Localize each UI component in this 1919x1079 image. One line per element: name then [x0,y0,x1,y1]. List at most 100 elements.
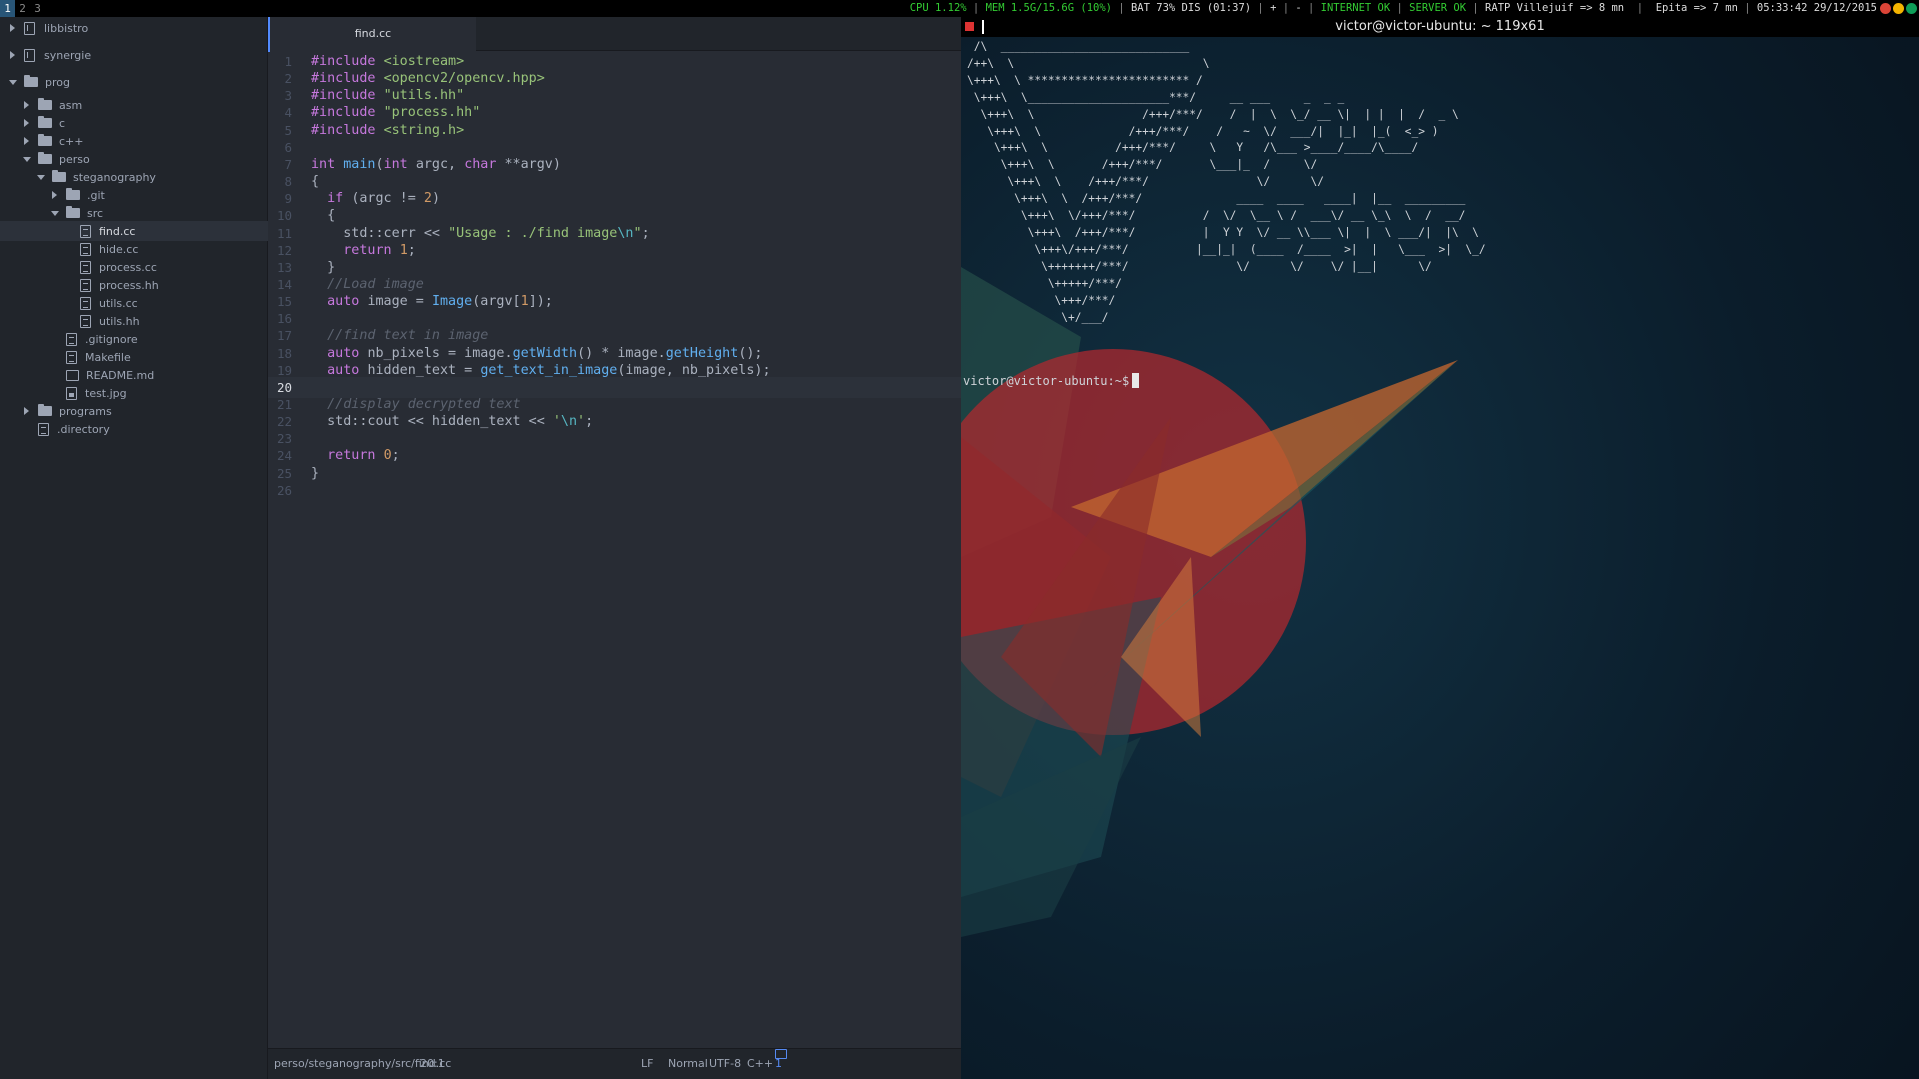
tree-item-c[interactable]: c++ [0,131,268,151]
tray-app-icon[interactable] [1893,3,1904,14]
editor-tab-bar: find.cc [268,17,961,52]
repo-icon [24,21,35,35]
tree-item-perso[interactable]: perso [0,149,268,169]
tree-item-label: .directory [57,422,110,436]
tree-item-label: hide.cc [99,242,139,256]
chevron-right-icon[interactable] [22,136,32,146]
battery-status: BAT 73% DIS (01:37) [1130,2,1252,14]
tab-find-cc[interactable]: find.cc [268,17,476,52]
code-token: { [311,208,336,224]
code-token: return [343,242,400,258]
tree-item-prog[interactable]: prog [0,72,268,92]
line-ending[interactable]: LF [641,1049,653,1079]
workspace-3[interactable]: 3 [30,0,45,17]
chevron-right-icon[interactable] [22,406,32,416]
tree-item-process-cc[interactable]: process.cc [0,257,268,277]
code-token: <opencv2/opencv.hpp> [383,71,545,87]
shell-prompt[interactable]: victor@victor-ubuntu:~$ [963,373,1140,389]
tree-item-synergie[interactable]: synergie [0,45,268,65]
code-token: #include [311,88,384,104]
folder-icon [38,116,52,128]
terminal-cursor [1132,373,1140,388]
image-icon [66,386,77,400]
tree-item-label: find.cc [99,224,136,238]
top-status-bar: 1 2 3 CPU 1.12% | MEM 1.5G/15.6G (10%) |… [0,0,1919,17]
file-encoding[interactable]: UTF-8 [709,1049,741,1079]
network-icon[interactable] [1906,3,1917,14]
folder-icon [38,134,52,146]
code-token: 2 [423,191,432,207]
chrome-icon[interactable] [1880,3,1891,14]
tree-item-label: asm [59,98,83,112]
internet-status: INTERNET OK [1320,2,1391,14]
tree-item-label: Makefile [85,350,131,364]
tree-item-gitignore[interactable]: .gitignore [0,329,268,349]
workspace-switcher: 1 2 3 [0,0,45,17]
code-token: ; [391,448,400,464]
tree-item-test-jpg[interactable]: test.jpg [0,383,268,403]
chevron-down-icon[interactable] [50,208,60,218]
code-token: <string.h> [383,122,465,138]
tree-item-label: perso [59,152,90,166]
chevron-right-icon[interactable] [22,100,32,110]
tree-item-c[interactable]: c [0,113,268,133]
code-token: Image [431,294,473,310]
code-token: int [311,156,344,172]
code-token: char [464,156,505,172]
file-icon [80,278,91,292]
code-token: " [633,225,642,241]
code-token: 1 [399,242,408,258]
tree-item-libbistro[interactable]: libbistro [0,18,268,38]
tree-item-label: process.cc [99,260,157,274]
chevron-down-icon[interactable] [22,154,32,164]
file-icon [80,260,91,274]
chevron-right-icon[interactable] [50,190,60,200]
terminal-window[interactable]: victor@victor-ubuntu: ~ 119x61 /\ ______… [961,17,1919,1079]
tree-item-label: libbistro [44,21,89,35]
grammar-selector[interactable]: C++ [747,1049,773,1079]
chevron-right-icon[interactable] [8,50,18,60]
cursor-position[interactable]: 20:1 [420,1049,445,1079]
code-token: ( [375,156,384,172]
chevron-right-icon[interactable] [8,23,18,33]
tree-item-steganography[interactable]: steganography [0,167,268,187]
chevron-down-icon[interactable] [36,172,46,182]
folder-icon [52,170,66,182]
tree-item-utils-cc[interactable]: utils.cc [0,293,268,313]
code-token: if [327,191,352,207]
ratp-status: RATP Villejuif => 8 mn [1485,2,1625,14]
tree-item-git[interactable]: .git [0,185,268,205]
tree-item-directory[interactable]: .directory [0,419,268,439]
tree-item-readme-md[interactable]: README.md [0,365,268,385]
tree-item-find-cc[interactable]: find.cc [0,221,268,241]
file-icon [80,314,91,328]
tree-item-programs[interactable]: programs [0,401,268,421]
code-token: #include [311,122,384,138]
tree-item-hide-cc[interactable]: hide.cc [0,239,268,259]
code-line[interactable]: 26 [268,480,961,501]
code-token: std::cout << hidden_text << [311,414,553,430]
code-area[interactable]: 1 #include <iostream> 2 #include <opencv2/o… [268,52,961,1052]
code-token: #include [311,71,384,87]
tree-item-makefile[interactable]: Makefile [0,347,268,367]
code-token: nb_pixels = image. [367,345,513,361]
tree-item-asm[interactable]: asm [0,95,268,115]
chevron-right-icon[interactable] [22,118,32,128]
workspace-1[interactable]: 1 [0,0,15,17]
tree-item-src[interactable]: src [0,203,268,223]
code-token: **argv) [504,156,561,172]
tree-item-utils-hh[interactable]: utils.hh [0,311,268,331]
workspace-2[interactable]: 2 [15,0,30,17]
code-token: auto [327,362,368,378]
chevron-down-icon[interactable] [8,77,18,87]
epita-status: Epita => 7 mn [1655,2,1738,14]
tree-item-label: prog [45,75,70,89]
tree-item-process-hh[interactable]: process.hh [0,275,268,295]
code-token: { [311,174,320,190]
